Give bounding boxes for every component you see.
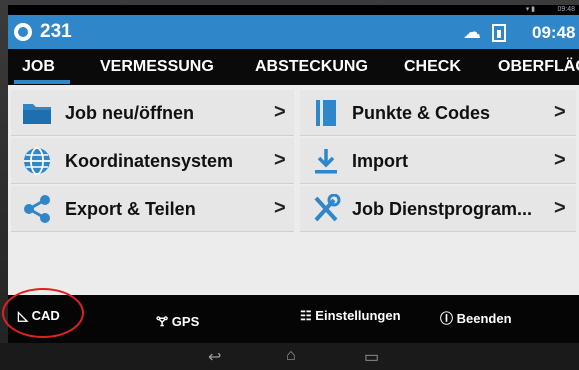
- chevron-right-icon: >: [554, 101, 566, 123]
- red-annotation-circle: [2, 288, 84, 338]
- sliders-icon: ☷: [300, 308, 312, 323]
- chevron-right-icon: >: [274, 149, 286, 171]
- home-icon[interactable]: ⌂: [286, 347, 296, 365]
- tools-icon: [314, 194, 341, 222]
- chevron-right-icon: >: [274, 197, 286, 219]
- tab-oberflaeche[interactable]: OBERFLÄC: [498, 58, 579, 76]
- system-status-bar: ▾ ▮ 09:48: [8, 5, 579, 15]
- tab-absteckung[interactable]: ABSTECKUNG: [255, 58, 368, 76]
- exit-button[interactable]: Ⓘ Beenden: [440, 308, 512, 327]
- active-tab-indicator: [14, 80, 70, 84]
- battery-icon: [492, 24, 506, 42]
- menu-item-label: Koordinatensystem: [65, 151, 234, 171]
- share-icon: [24, 195, 50, 223]
- tab-job[interactable]: JOB: [22, 58, 55, 76]
- title-time: 09:48: [532, 23, 576, 42]
- import-icon: [315, 149, 337, 174]
- menu-item-label: Punkte & Codes: [352, 103, 491, 123]
- system-clock: 09:48: [557, 6, 575, 13]
- app-logo-icon[interactable]: [14, 23, 32, 41]
- bottom-toolbar: ◺ CAD 🝖 GPS ☷ Einstellungen Ⓘ Beenden: [8, 295, 579, 343]
- job-number: 231: [40, 21, 72, 42]
- tab-check[interactable]: CHECK: [404, 58, 461, 76]
- menu-item-label: Import: [352, 151, 408, 171]
- chevron-right-icon: >: [554, 149, 566, 171]
- android-nav-bar: ↩ ⌂ ▭: [0, 343, 579, 370]
- points-book-icon: [316, 100, 336, 126]
- gps-antenna-icon: 🝖: [156, 314, 169, 329]
- menu-item-job-open[interactable]: Job neu/öffnen >: [11, 90, 294, 136]
- menu-item-import[interactable]: Import >: [300, 138, 576, 184]
- globe-icon: [24, 147, 50, 175]
- settings-button[interactable]: ☷ Einstellungen: [300, 308, 401, 324]
- chevron-right-icon: >: [554, 197, 566, 219]
- signal-icon: ▾ ▮: [525, 6, 535, 13]
- tab-vermessung[interactable]: VERMESSUNG: [100, 58, 214, 76]
- gps-button[interactable]: 🝖 GPS: [156, 308, 199, 334]
- back-icon[interactable]: ↩: [208, 347, 221, 367]
- power-icon: Ⓘ: [440, 311, 454, 326]
- gps-label: GPS: [171, 314, 200, 329]
- menu-item-label: Job Dienstprogram...: [352, 199, 533, 219]
- menu-item-job-utilities[interactable]: Job Dienstprogram... >: [300, 186, 576, 232]
- settings-label: Einstellungen: [315, 308, 401, 323]
- main-tab-bar: JOB VERMESSUNG ABSTECKUNG CHECK OBERFLÄC: [8, 49, 579, 85]
- menu-item-points-codes[interactable]: Punkte & Codes >: [300, 90, 576, 136]
- menu-item-coordinate-system[interactable]: Koordinatensystem >: [11, 138, 294, 184]
- app-title-bar: 231 ☁ 09:48: [8, 15, 579, 49]
- app-screen: ▾ ▮ 09:48 231 ☁ 09:48 JOB VERMESSUNG ABS…: [8, 5, 579, 343]
- recent-apps-icon[interactable]: ▭: [364, 347, 379, 367]
- menu-item-label: Job neu/öffnen: [65, 103, 194, 123]
- menu-item-label: Export & Teilen: [65, 199, 196, 219]
- device-frame: ▾ ▮ 09:48 231 ☁ 09:48 JOB VERMESSUNG ABS…: [0, 0, 579, 370]
- folder-icon: [23, 104, 51, 124]
- cloud-sync-icon[interactable]: ☁: [463, 22, 481, 43]
- exit-label: Beenden: [456, 311, 512, 326]
- menu-item-export-share[interactable]: Export & Teilen >: [11, 186, 294, 232]
- chevron-right-icon: >: [274, 101, 286, 123]
